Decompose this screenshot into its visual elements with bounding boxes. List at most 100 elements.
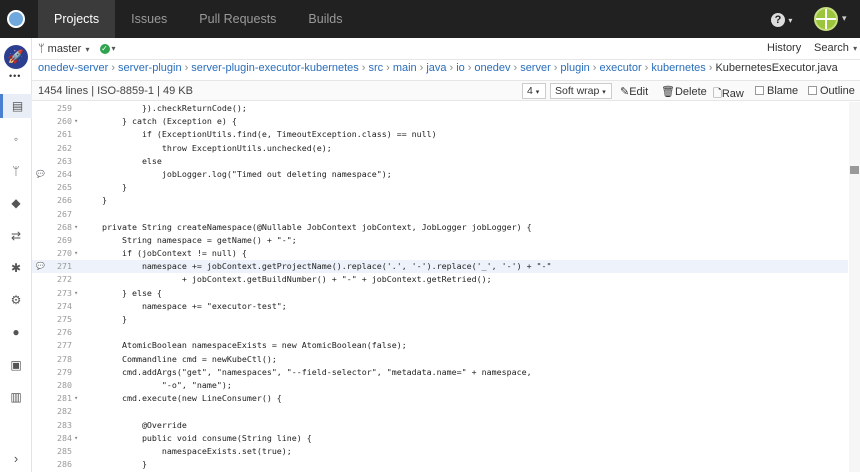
breadcrumb-item[interactable]: server-plugin bbox=[118, 62, 182, 74]
code-line[interactable]: 262 throw ExceptionUtils.unchecked(e); bbox=[32, 142, 848, 155]
code-line[interactable]: 269 String namespace = getName() + "-"; bbox=[32, 234, 848, 247]
breadcrumb-item[interactable]: executor bbox=[599, 62, 641, 74]
help-menu-button[interactable]: ? ▾ bbox=[771, 12, 792, 27]
code-line[interactable]: 275 } bbox=[32, 313, 848, 326]
line-number[interactable]: 259 bbox=[32, 102, 72, 115]
build-status-icon[interactable]: ✓ bbox=[99, 43, 110, 54]
wrap-select[interactable]: Soft wrap ▾ bbox=[550, 83, 612, 99]
line-number[interactable]: 280 bbox=[32, 379, 72, 392]
code-line[interactable]: 286 } bbox=[32, 458, 848, 471]
line-number[interactable]: 282 bbox=[32, 405, 72, 418]
fold-icon[interactable]: ▾ bbox=[74, 287, 78, 300]
line-number[interactable]: 262 bbox=[32, 142, 72, 155]
code-line[interactable]: 💬 264 jobLogger.log("Timed out deleting n… bbox=[32, 168, 848, 181]
code-line[interactable]: 💬 271 namespace += jobContext.getProjectN… bbox=[32, 260, 848, 274]
statistics-icon[interactable]: ▥ bbox=[0, 385, 32, 409]
chevron-down-icon[interactable]: ▾ bbox=[842, 13, 847, 24]
line-number[interactable]: 281 bbox=[32, 392, 72, 405]
breadcrumb-item[interactable]: java bbox=[426, 62, 446, 74]
line-number[interactable]: 275 bbox=[32, 313, 72, 326]
code-compare-icon[interactable]: ▣ bbox=[0, 353, 32, 377]
code-line[interactable]: 281 ▾ cmd.execute(new LineConsumer() { bbox=[32, 392, 848, 405]
expand-sidebar-icon[interactable]: › bbox=[0, 451, 32, 466]
code-line[interactable]: 273 ▾ } else { bbox=[32, 287, 848, 300]
pull-requests-icon[interactable]: ⇄ bbox=[0, 224, 32, 248]
line-number[interactable]: 264 bbox=[32, 168, 72, 181]
nav-issues[interactable]: Issues bbox=[115, 0, 183, 38]
code-line[interactable]: 266 } bbox=[32, 194, 848, 207]
breadcrumb-item[interactable]: server-plugin-executor-kubernetes bbox=[191, 62, 359, 74]
code-comments-icon[interactable]: ● bbox=[0, 320, 32, 344]
builds-icon[interactable]: ⚙ bbox=[0, 288, 32, 312]
line-number[interactable]: 263 bbox=[32, 155, 72, 168]
branches-icon[interactable]: ᛘ bbox=[0, 159, 32, 183]
outline-toggle[interactable]: Outline bbox=[808, 85, 855, 97]
line-number[interactable]: 261 bbox=[32, 128, 72, 141]
delete-button[interactable]: 🗑Delete bbox=[661, 85, 707, 98]
fold-icon[interactable]: ▾ bbox=[74, 247, 78, 260]
files-icon[interactable]: ▤ bbox=[0, 94, 32, 118]
line-number[interactable]: 271 bbox=[32, 260, 72, 273]
code-line[interactable]: 270 ▾ if (jobContext != null) { bbox=[32, 247, 848, 260]
fold-icon[interactable]: ▾ bbox=[74, 115, 78, 128]
code-line[interactable]: 282 bbox=[32, 405, 848, 418]
project-avatar[interactable]: 🚀 bbox=[4, 45, 28, 69]
line-number[interactable]: 269 bbox=[32, 234, 72, 247]
line-number[interactable]: 283 bbox=[32, 419, 72, 432]
user-avatar[interactable] bbox=[814, 7, 838, 31]
breadcrumb-item[interactable]: server bbox=[520, 62, 551, 74]
code-line[interactable]: 284 ▾ public void consume(String line) { bbox=[32, 432, 848, 445]
breadcrumb-item[interactable]: plugin bbox=[560, 62, 589, 74]
code-line[interactable]: 283 @Override bbox=[32, 419, 848, 432]
code-line[interactable]: 279 cmd.addArgs("get", "namespaces", "--… bbox=[32, 366, 848, 379]
chevron-down-icon[interactable]: ▾ bbox=[112, 44, 116, 53]
code-line[interactable]: 261 if (ExceptionUtils.find(e, TimeoutEx… bbox=[32, 128, 848, 141]
line-number[interactable]: 274 bbox=[32, 300, 72, 313]
line-number[interactable]: 266 bbox=[32, 194, 72, 207]
code-viewer[interactable]: 259 }).checkReturnCode(); 260 ▾ } catch (E… bbox=[32, 102, 848, 472]
line-number[interactable]: 267 bbox=[32, 208, 72, 221]
nav-projects[interactable]: Projects bbox=[38, 0, 116, 38]
breadcrumb-item[interactable]: kubernetes bbox=[651, 62, 705, 74]
history-link[interactable]: History bbox=[767, 42, 801, 54]
line-number[interactable]: 277 bbox=[32, 339, 72, 352]
line-number[interactable]: 270 bbox=[32, 247, 72, 260]
more-icon[interactable]: ••• bbox=[9, 71, 21, 81]
line-number[interactable]: 285 bbox=[32, 445, 72, 458]
line-number[interactable]: 284 bbox=[32, 432, 72, 445]
code-line[interactable]: 278 Commandline cmd = newKubeCtl(); bbox=[32, 353, 848, 366]
fold-icon[interactable]: ▾ bbox=[74, 432, 78, 445]
branch-selector[interactable]: ᛘ master ▾ bbox=[38, 43, 90, 55]
breadcrumb-item[interactable]: src bbox=[368, 62, 383, 74]
line-number[interactable]: 272 bbox=[32, 273, 72, 286]
blame-toggle[interactable]: Blame bbox=[755, 85, 798, 97]
commits-icon[interactable]: ◦ bbox=[0, 127, 32, 151]
edit-button[interactable]: ✎Edit bbox=[620, 85, 648, 98]
code-line[interactable]: 263 else bbox=[32, 155, 848, 168]
nav-pull-requests[interactable]: Pull Requests bbox=[183, 0, 292, 38]
onedev-logo-icon[interactable] bbox=[0, 0, 32, 38]
line-number[interactable]: 268 bbox=[32, 221, 72, 234]
fold-icon[interactable]: ▾ bbox=[74, 221, 78, 234]
tags-icon[interactable]: ◆ bbox=[0, 191, 32, 215]
vertical-scrollbar[interactable] bbox=[849, 102, 860, 472]
code-line[interactable]: 285 namespaceExists.set(true); bbox=[32, 445, 848, 458]
scrollbar-thumb[interactable] bbox=[850, 166, 859, 174]
line-number[interactable]: 265 bbox=[32, 181, 72, 194]
code-line[interactable]: 260 ▾ } catch (Exception e) { bbox=[32, 115, 848, 128]
breadcrumb-item[interactable]: io bbox=[456, 62, 465, 74]
breadcrumb-item[interactable]: onedev bbox=[474, 62, 510, 74]
line-number[interactable]: 286 bbox=[32, 458, 72, 471]
code-line[interactable]: 280 "-o", "name"); bbox=[32, 379, 848, 392]
code-line[interactable]: 265 } bbox=[32, 181, 848, 194]
line-number[interactable]: 260 bbox=[32, 115, 72, 128]
code-line[interactable]: 268 ▾ private String createNamespace(@Nul… bbox=[32, 221, 848, 234]
breadcrumb-item[interactable]: main bbox=[393, 62, 417, 74]
line-number[interactable]: 278 bbox=[32, 353, 72, 366]
code-line[interactable]: 259 }).checkReturnCode(); bbox=[32, 102, 848, 115]
code-line[interactable]: 276 bbox=[32, 326, 848, 339]
line-number[interactable]: 276 bbox=[32, 326, 72, 339]
tab-size-select[interactable]: 4 ▾ bbox=[522, 83, 546, 99]
code-line[interactable]: 267 bbox=[32, 208, 848, 221]
breadcrumb-item[interactable]: onedev-server bbox=[38, 62, 108, 74]
